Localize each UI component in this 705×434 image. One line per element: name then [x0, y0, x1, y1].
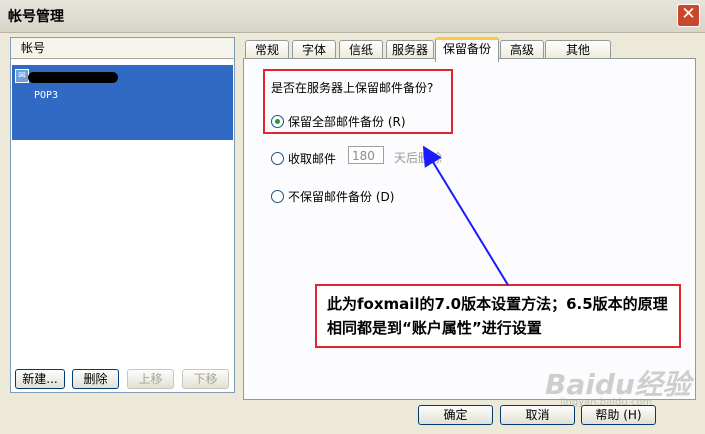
highlight-box [263, 69, 453, 134]
days-suffix-label: 天后删除 [394, 151, 443, 165]
radio-icon[interactable] [271, 190, 284, 203]
option-receive-label: 收取邮件 [288, 152, 337, 166]
watermark-url: jingyan.baidu.com [560, 397, 653, 408]
option-no-keep[interactable]: 不保留邮件备份 (D) [271, 188, 394, 205]
annotation-text: 此为foxmail的7.0版本设置方法；6.5版本的原理相同都是到“账户属性”进… [327, 295, 668, 337]
tab-advanced[interactable]: 高级 [500, 40, 544, 59]
new-account-button[interactable]: 新建... [15, 369, 65, 389]
account-list-header: 帐号 [11, 38, 234, 59]
account-list[interactable]: 帐号 ✉ POP3 [10, 37, 235, 393]
radio-icon[interactable] [271, 152, 284, 165]
days-input[interactable]: 180 [348, 146, 384, 164]
tab-other-pop3[interactable]: 其他POP3 [545, 40, 611, 75]
account-item[interactable]: ✉ POP3 [12, 65, 233, 140]
move-up-button[interactable]: 上移 [127, 369, 174, 389]
tab-general[interactable]: 常规 [245, 40, 289, 59]
annotation-box: 此为foxmail的7.0版本设置方法；6.5版本的原理相同都是到“账户属性”进… [315, 284, 681, 348]
redacted-account-name [28, 72, 118, 83]
tab-font[interactable]: 字体 [292, 40, 336, 59]
tab-server[interactable]: 服务器 [386, 40, 434, 59]
account-icon: ✉ [15, 69, 29, 83]
delete-account-button[interactable]: 删除 [72, 369, 119, 389]
cancel-button[interactable]: 取消 [500, 405, 575, 425]
title-bar: 帐号管理 ✕ [0, 0, 705, 33]
close-icon[interactable]: ✕ [677, 4, 700, 27]
ok-button[interactable]: 确定 [418, 405, 493, 425]
tab-keep-backup[interactable]: 保留备份 [435, 37, 499, 62]
option-no-keep-label: 不保留邮件备份 (D) [288, 190, 395, 204]
help-button[interactable]: 帮助 (H) [581, 405, 656, 425]
account-type-label: POP3 [34, 90, 59, 101]
move-down-button[interactable]: 下移 [182, 369, 229, 389]
option-receive[interactable]: 收取邮件 [271, 150, 336, 167]
tab-stationery[interactable]: 信纸 [339, 40, 383, 59]
window-title: 帐号管理 [8, 9, 64, 25]
